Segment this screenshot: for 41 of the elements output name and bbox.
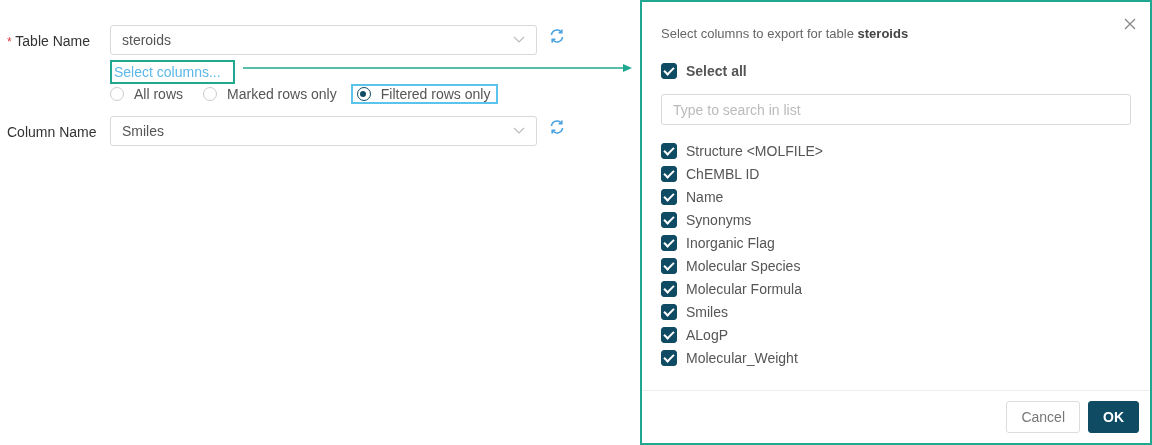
checkbox-label: ChEMBL ID bbox=[686, 165, 760, 182]
checkbox-label: Molecular Species bbox=[686, 257, 801, 274]
checkbox-label: Structure <MOLFILE> bbox=[686, 142, 823, 159]
select-field[interactable]: steroids bbox=[110, 25, 537, 55]
select-value: steroids bbox=[122, 32, 172, 48]
field-label: Column Name bbox=[7, 124, 97, 140]
cancel-button[interactable]: Cancel bbox=[1006, 401, 1080, 433]
select-field[interactable]: Smiles bbox=[110, 116, 537, 146]
checkbox-label: Name bbox=[686, 188, 724, 205]
checkbox[interactable] bbox=[661, 257, 677, 274]
checkbox[interactable] bbox=[661, 142, 677, 159]
checkbox[interactable] bbox=[661, 62, 677, 79]
checkbox-label: Smiles bbox=[686, 303, 728, 320]
checkbox[interactable] bbox=[661, 211, 677, 228]
checkbox-label: Synonyms bbox=[686, 211, 752, 228]
search-field[interactable]: Type to search in list bbox=[661, 94, 1131, 125]
checkbox[interactable] bbox=[661, 303, 677, 320]
checkbox[interactable] bbox=[661, 165, 677, 182]
radio-option[interactable]: All rows bbox=[110, 84, 189, 104]
checkbox[interactable] bbox=[661, 349, 677, 366]
refresh-icon[interactable] bbox=[549, 119, 565, 135]
checkbox[interactable] bbox=[661, 234, 677, 251]
select-value: Smiles bbox=[122, 123, 164, 139]
checkbox-label: ALogP bbox=[686, 326, 729, 343]
dialog-title: Select columns to export for table steroids bbox=[661, 26, 910, 41]
checkbox-label: Select all bbox=[686, 62, 747, 79]
radio-option[interactable]: Filtered rows only bbox=[350, 84, 499, 104]
checkbox-label: Molecular Formula bbox=[686, 280, 802, 297]
ok-button[interactable]: OK bbox=[1088, 401, 1139, 433]
checkbox-label: Molecular_Weight bbox=[686, 349, 798, 366]
required-mark: * bbox=[7, 35, 12, 49]
field-label: Table Name bbox=[15, 33, 90, 49]
refresh-icon[interactable] bbox=[549, 28, 565, 44]
chevron-down-icon bbox=[513, 127, 525, 135]
radio-option[interactable]: Marked rows only bbox=[203, 84, 343, 104]
checkbox[interactable] bbox=[661, 326, 677, 343]
close-icon[interactable] bbox=[1124, 18, 1136, 30]
chevron-down-icon bbox=[513, 36, 525, 44]
checkbox[interactable] bbox=[661, 188, 677, 205]
checkbox[interactable] bbox=[661, 280, 677, 297]
checkbox-label: Inorganic Flag bbox=[686, 234, 775, 251]
